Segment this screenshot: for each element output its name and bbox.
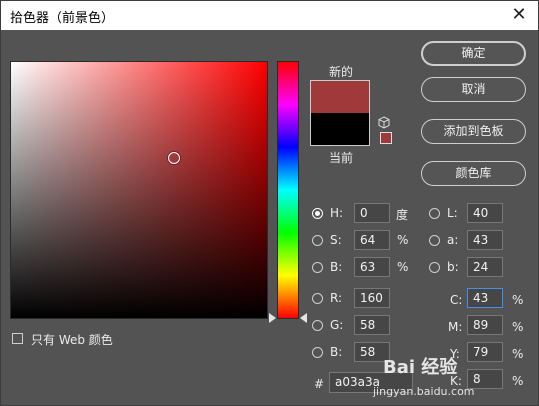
s-unit: % [397, 233, 409, 247]
radio-l[interactable] [429, 208, 440, 219]
hex-hash-label: # [314, 377, 325, 391]
brightness-unit: % [397, 260, 409, 274]
cube-icon[interactable] [378, 116, 392, 130]
k-unit: % [512, 374, 524, 388]
current-color-swatch[interactable] [311, 113, 369, 145]
web-safe-color-swatch[interactable] [380, 132, 392, 144]
brightness-label: B: [330, 260, 343, 274]
g-label: G: [330, 318, 344, 332]
h-unit: 度 [396, 208, 409, 222]
s-input[interactable]: 64 [354, 230, 390, 250]
color-field-cursor[interactable] [168, 152, 180, 164]
new-color-swatch [311, 81, 369, 113]
m-unit: % [512, 320, 524, 334]
watermark-logo: Bai 经验 [383, 357, 458, 378]
hue-slider[interactable] [277, 61, 299, 319]
radio-r[interactable] [312, 293, 323, 304]
c-unit: % [512, 293, 524, 307]
close-icon[interactable]: ✕ [508, 4, 530, 26]
current-color-label: 当前 [329, 151, 354, 165]
radio-a[interactable] [429, 235, 440, 246]
ok-button[interactable]: 确定 [421, 41, 526, 66]
color-libraries-button[interactable]: 颜色库 [421, 161, 526, 186]
radio-s[interactable] [312, 235, 323, 246]
add-to-swatches-button[interactable]: 添加到色板 [421, 119, 526, 144]
l-input[interactable]: 40 [467, 203, 503, 223]
c-input[interactable]: 43 [467, 288, 503, 308]
l-label: L: [447, 206, 458, 220]
radio-lab-b[interactable] [429, 262, 440, 273]
radio-h[interactable] [312, 208, 323, 219]
dialog-title: 拾色器（前景色） [10, 11, 115, 26]
new-color-label: 新的 [329, 65, 354, 79]
r-input[interactable]: 160 [354, 288, 390, 308]
web-colors-checkbox[interactable] [12, 333, 23, 344]
h-input[interactable]: 0 [354, 203, 390, 223]
brightness-input[interactable]: 63 [354, 257, 390, 277]
a-input[interactable]: 43 [467, 230, 503, 250]
r-label: R: [330, 291, 343, 305]
y-unit: % [512, 347, 524, 361]
c-label: C: [450, 293, 463, 307]
title-bar: 拾色器（前景色） ✕ [1, 1, 538, 30]
a-label: a: [447, 233, 459, 247]
blue-label: B: [330, 345, 343, 359]
s-label: S: [330, 233, 342, 247]
m-input[interactable]: 89 [467, 315, 503, 335]
m-label: M: [448, 320, 463, 334]
web-colors-label: 只有 Web 颜色 [31, 333, 113, 347]
hue-slider-left-arrow-icon[interactable] [269, 313, 276, 323]
radio-g[interactable] [312, 320, 323, 331]
g-input[interactable]: 58 [354, 315, 390, 335]
h-label: H: [330, 206, 344, 220]
y-input[interactable]: 79 [467, 342, 503, 362]
color-field[interactable] [10, 61, 268, 319]
color-picker-dialog: 拾色器（前景色） ✕ 新的 当前 确定 取消 添加到色板 颜色库 H: 0 度 … [0, 0, 539, 406]
lab-b-label: b: [447, 260, 459, 274]
cancel-button[interactable]: 取消 [421, 77, 526, 102]
lab-b-input[interactable]: 24 [467, 257, 503, 277]
hue-slider-right-arrow-icon[interactable] [300, 313, 307, 323]
radio-brightness[interactable] [312, 262, 323, 273]
watermark-url: jingyan.baidu.com [373, 385, 475, 398]
radio-blue[interactable] [312, 347, 323, 358]
